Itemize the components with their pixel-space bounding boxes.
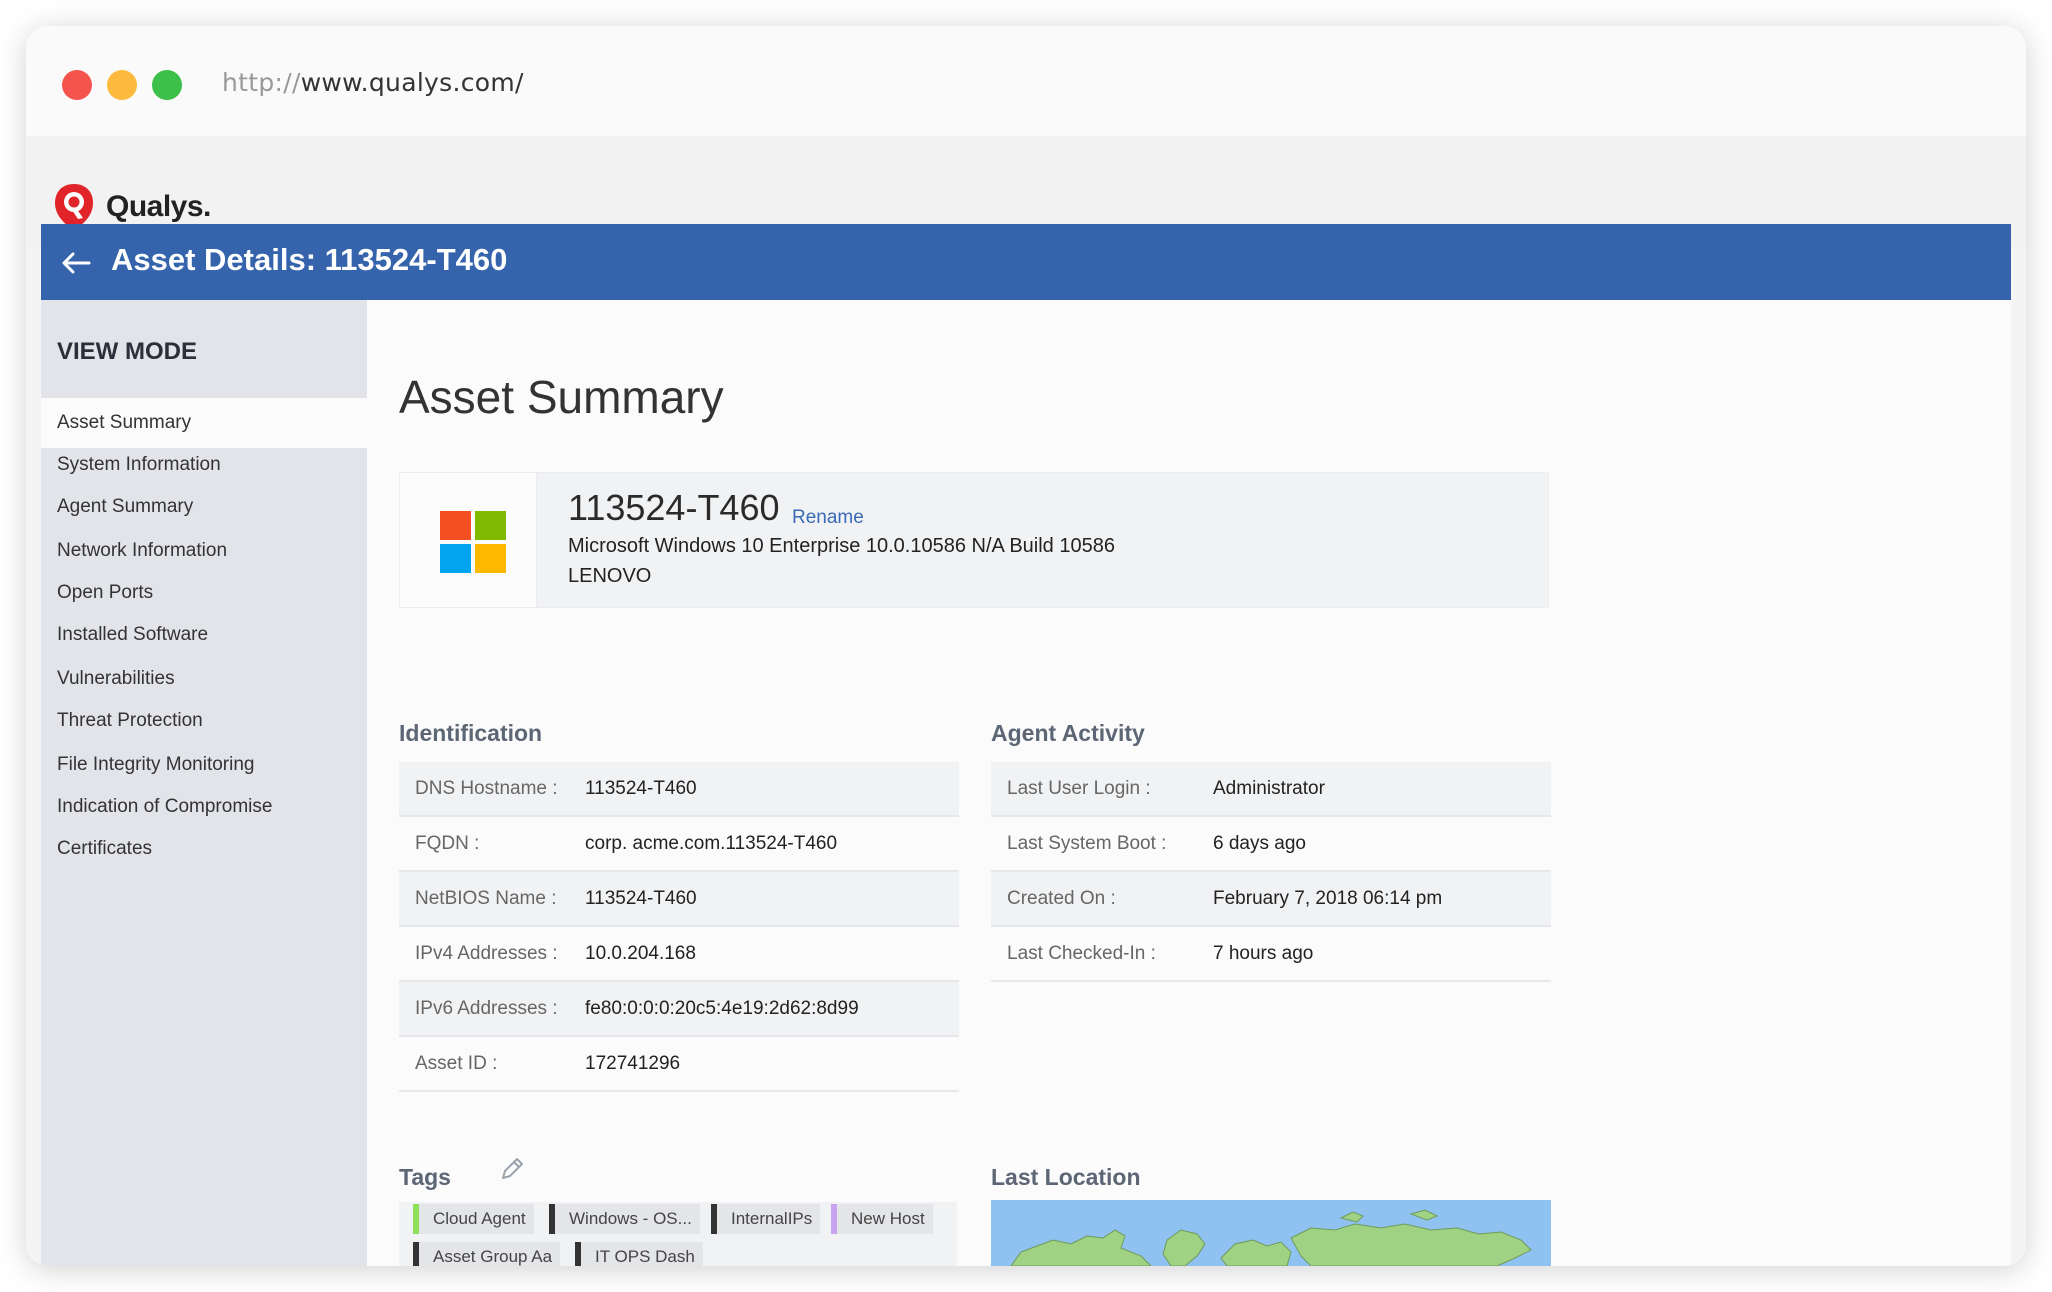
table-row: Last User Login : Administrator bbox=[991, 762, 1551, 817]
row-value: Administrator bbox=[1213, 778, 1325, 799]
location-map[interactable] bbox=[991, 1200, 1551, 1266]
table-row: NetBIOS Name : 113524-T460 bbox=[399, 872, 959, 927]
close-window-button[interactable] bbox=[62, 70, 92, 100]
row-value: February 7, 2018 06:14 pm bbox=[1213, 888, 1443, 909]
sidebar-item-installed-software[interactable]: Installed Software bbox=[41, 610, 367, 660]
last-location-title: Last Location bbox=[991, 1164, 1141, 1190]
url-host: www.qualys.com/ bbox=[300, 68, 524, 97]
world-map-icon bbox=[1010, 1209, 1532, 1266]
page-header: Asset Details: 113524-T460 bbox=[41, 224, 2011, 300]
address-bar[interactable]: http://www.qualys.com/ bbox=[222, 68, 524, 97]
row-label: Last Checked-In : bbox=[1007, 943, 1156, 964]
browser-window: http://www.qualys.com/ Qualys. Asset Det… bbox=[26, 26, 2026, 1266]
minimize-window-button[interactable] bbox=[107, 70, 137, 100]
tag-chip[interactable]: Windows - OS... bbox=[549, 1204, 700, 1234]
tag-chip[interactable]: Asset Group Aa bbox=[413, 1242, 561, 1266]
tag-chip[interactable]: IT OPS Dash bbox=[575, 1242, 703, 1266]
agent-activity-title: Agent Activity bbox=[991, 720, 1145, 746]
row-value: 172741296 bbox=[585, 1053, 681, 1074]
row-value: fe80:0:0:0:20c5:4e19:2d62:8d99 bbox=[585, 998, 859, 1019]
row-label: IPv6 Addresses : bbox=[415, 998, 558, 1019]
row-label: Created On : bbox=[1007, 888, 1116, 909]
rename-link[interactable]: Rename bbox=[792, 507, 864, 529]
asset-vendor: LENOVO bbox=[568, 565, 652, 587]
url-protocol: http:// bbox=[222, 68, 301, 97]
row-label: Last User Login : bbox=[1007, 778, 1151, 799]
row-value: 113524-T460 bbox=[585, 778, 697, 799]
table-row: IPv6 Addresses : fe80:0:0:0:20c5:4e19:2d… bbox=[399, 982, 959, 1037]
row-value: 6 days ago bbox=[1213, 833, 1306, 854]
page-title: Asset Details: 113524-T460 bbox=[111, 242, 508, 277]
tags-list: Cloud Agent Windows - OS... InternalIPs … bbox=[399, 1202, 957, 1266]
brand-name: Qualys. bbox=[106, 190, 211, 223]
tag-chip[interactable]: Cloud Agent bbox=[413, 1204, 534, 1234]
row-label: IPv4 Addresses : bbox=[415, 943, 558, 964]
pencil-icon[interactable] bbox=[499, 1156, 525, 1182]
table-row: DNS Hostname : 113524-T460 bbox=[399, 762, 959, 817]
sidebar: VIEW MODE Asset Summary System Informati… bbox=[41, 300, 367, 1266]
tags-title: Tags bbox=[399, 1164, 451, 1190]
table-row: Created On : February 7, 2018 06:14 pm bbox=[991, 872, 1551, 927]
identification-title: Identification bbox=[399, 720, 543, 746]
row-label: DNS Hostname : bbox=[415, 778, 558, 799]
table-row: Asset ID : 172741296 bbox=[399, 1037, 959, 1092]
sidebar-item-agent-summary[interactable]: Agent Summary bbox=[41, 482, 367, 532]
sidebar-item-threat-protection[interactable]: Threat Protection bbox=[41, 696, 367, 746]
main-content: Asset Summary 113524-T460 Rename Microso… bbox=[367, 300, 2011, 1266]
section-heading: Asset Summary bbox=[399, 371, 724, 423]
windows-logo-icon bbox=[440, 511, 506, 573]
sidebar-item-certificates[interactable]: Certificates bbox=[41, 824, 367, 874]
tag-chip[interactable]: New Host bbox=[831, 1204, 933, 1234]
row-value: 7 hours ago bbox=[1213, 943, 1314, 964]
asset-name: 113524-T460 bbox=[568, 487, 780, 528]
maximize-window-button[interactable] bbox=[152, 70, 182, 100]
os-icon-box bbox=[400, 473, 537, 607]
row-label: NetBIOS Name : bbox=[415, 888, 557, 909]
tag-chip[interactable]: InternalIPs bbox=[711, 1204, 821, 1234]
back-arrow-icon[interactable] bbox=[59, 246, 93, 280]
asset-os: Microsoft Windows 10 Enterprise 10.0.105… bbox=[568, 535, 1115, 557]
row-label: Asset ID : bbox=[415, 1053, 498, 1074]
table-row: FQDN : corp. acme.com.113524-T460 bbox=[399, 817, 959, 872]
table-row: Last Checked-In : 7 hours ago bbox=[991, 927, 1551, 982]
browser-titlebar: http://www.qualys.com/ bbox=[26, 26, 2026, 137]
row-value: 113524-T460 bbox=[585, 888, 697, 909]
agent-activity-table: Last User Login : Administrator Last Sys… bbox=[991, 762, 1551, 982]
row-value: 10.0.204.168 bbox=[585, 943, 696, 964]
identification-table: DNS Hostname : 113524-T460 FQDN : corp. … bbox=[399, 762, 959, 1092]
table-row: Last System Boot : 6 days ago bbox=[991, 817, 1551, 872]
asset-card: 113524-T460 Rename Microsoft Windows 10 … bbox=[399, 472, 1549, 608]
row-label: Last System Boot : bbox=[1007, 833, 1167, 854]
sidebar-heading: VIEW MODE bbox=[57, 338, 198, 365]
row-label: FQDN : bbox=[415, 833, 480, 854]
table-row: IPv4 Addresses : 10.0.204.168 bbox=[399, 927, 959, 982]
row-value: corp. acme.com.113524-T460 bbox=[585, 833, 838, 854]
